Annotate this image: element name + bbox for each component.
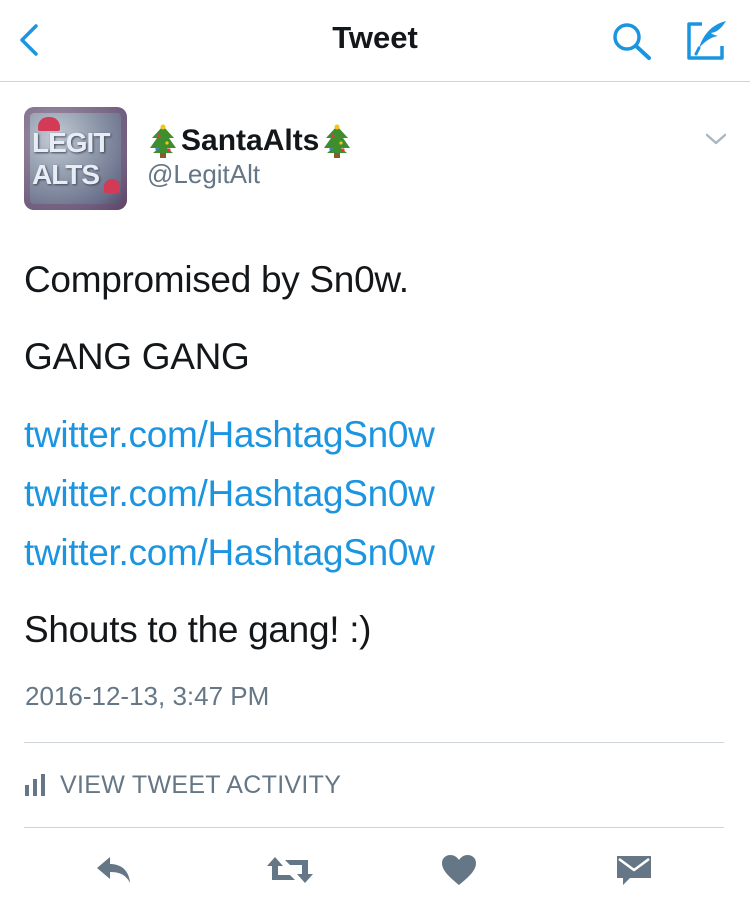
author-display-name[interactable]: SantaAlts [147,123,353,159]
avatar-frame [24,107,127,210]
author-handle[interactable]: @LegitAlt [147,159,260,190]
chevron-down-icon [705,133,727,145]
tweet-link[interactable]: twitter.com/HashtagSn0w [24,414,435,456]
search-button[interactable] [610,20,654,62]
bar-chart-icon [25,774,45,796]
tweet-link[interactable]: twitter.com/HashtagSn0w [24,473,435,515]
heart-icon [442,855,476,885]
view-tweet-activity-label: VIEW TWEET ACTIVITY [60,770,342,799]
retweet-button[interactable] [264,850,316,890]
christmas-tree-icon [150,124,176,158]
retweet-icon [267,857,313,883]
avatar[interactable]: LEGIT ALTS [24,107,127,210]
tweet-timestamp: 2016-12-13, 3:47 PM [25,681,270,711]
like-button[interactable] [437,850,481,890]
search-icon [613,23,651,60]
reply-button[interactable] [92,850,136,890]
compose-tweet-icon [687,21,726,60]
reply-icon [97,857,130,883]
tweet-text-line: GANG GANG [24,336,250,377]
tweet-link[interactable]: twitter.com/HashtagSn0w [24,532,435,574]
tweet-text-line: Compromised by Sn0w. [24,259,409,300]
divider [24,742,724,743]
tweet-options-button[interactable] [703,130,729,148]
display-name-text: SantaAlts [181,124,320,157]
direct-message-button[interactable] [612,850,656,890]
compose-button[interactable] [684,18,730,62]
envelope-icon [617,856,651,885]
christmas-tree-icon [324,124,351,158]
view-tweet-activity-button[interactable]: VIEW TWEET ACTIVITY [24,769,341,801]
divider [24,827,724,828]
top-navbar: Tweet [0,0,750,82]
tweet-text-line: Shouts to the gang! :) [24,609,372,650]
